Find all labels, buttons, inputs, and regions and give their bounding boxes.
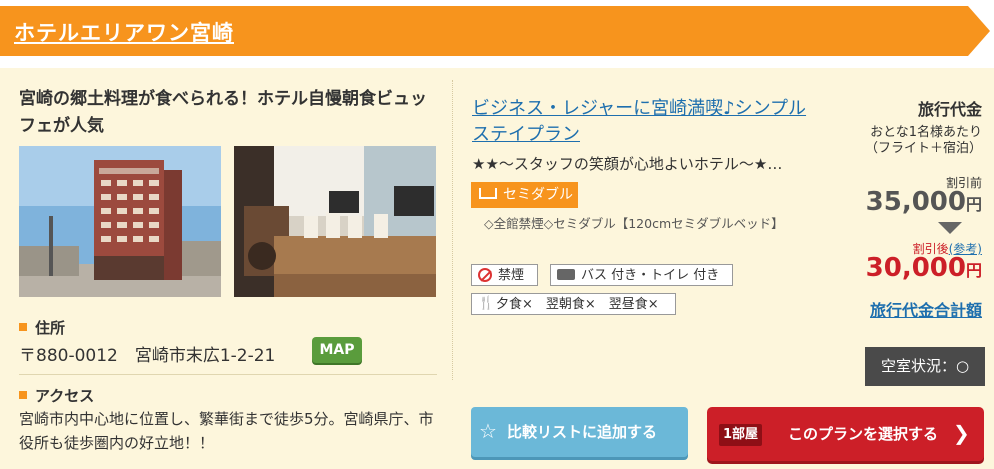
room-type-badge: セミダブル xyxy=(471,182,578,208)
bed-icon xyxy=(479,188,497,199)
after-price-value: 30,000 xyxy=(865,253,966,283)
access-text: 宮崎市内中心地に位置し、繁華街まで徒歩5分。宮崎県庁、市役所も徒歩圏内の好立地！… xyxy=(19,410,434,452)
hotel-exterior-photo[interactable] xyxy=(19,146,221,297)
total-price-link[interactable]: 旅行代金合計額 xyxy=(870,297,982,321)
address-text: 〒880-0012 宮崎市末広1-2-21 xyxy=(19,346,276,366)
bullet-icon xyxy=(19,322,27,331)
access-heading-label: アクセス xyxy=(35,387,95,405)
select-plan-label: このプランを選択する xyxy=(788,425,939,443)
section-divider xyxy=(19,374,437,375)
plan-subtitle: ★★～スタッフの笑顔が心地よいホテル～★… xyxy=(472,155,783,173)
after-discount-price: 30,000円 xyxy=(866,253,982,283)
hotel-name-link[interactable]: ホテルエリアワン宮崎 xyxy=(14,17,234,47)
compare-label: 比較リストに追加する xyxy=(506,423,657,441)
star-icon: ☆ xyxy=(479,418,497,443)
access-heading: アクセス xyxy=(19,385,94,406)
price-condition-package: （フライト＋宿泊） xyxy=(864,141,982,156)
smoking-label: 禁煙 xyxy=(498,268,525,283)
yen-unit: 円 xyxy=(965,195,982,214)
map-button[interactable]: MAP xyxy=(312,337,362,363)
room-count-badge: 1部屋 xyxy=(719,424,763,446)
bath-label: バス 付き・トイレ 付き xyxy=(581,268,720,283)
non-smoking-tag: 禁煙 xyxy=(471,264,538,286)
banner-arrow-tip xyxy=(968,6,990,56)
meals-tag: 🍴 夕食× 翌朝食× 翌昼食× xyxy=(471,293,676,315)
bath-icon xyxy=(557,269,575,280)
vacancy-status: 空室状況：○ xyxy=(865,347,985,386)
no-smoking-icon xyxy=(478,267,492,282)
plan-title-link[interactable]: ビジネス・レジャーに宮崎満喫♪シンプルステイプラン xyxy=(472,96,822,148)
hotel-catchphrase: 宮崎の郷土料理が食べられる！ホテル自慢朝食ビュッフェが人気 xyxy=(19,89,427,136)
chevron-right-icon: ❯ xyxy=(953,421,970,445)
hotel-banner: ホテルエリアワン宮崎 xyxy=(0,6,994,56)
address-heading-label: 住所 xyxy=(35,319,66,337)
before-price-value: 35,000 xyxy=(865,187,966,217)
meals-label: 夕食× 翌朝食× 翌昼食× xyxy=(496,297,659,312)
down-arrow-icon xyxy=(938,222,962,234)
price-label: 旅行代金 xyxy=(917,100,982,119)
yen-unit: 円 xyxy=(965,261,982,280)
restaurant-photo[interactable] xyxy=(234,146,436,297)
bullet-icon xyxy=(19,390,27,399)
bath-toilet-tag: バス 付き・トイレ 付き xyxy=(550,264,733,286)
room-description: ◇全館禁煙◇セミダブル【120cmセミダブルベッド】 xyxy=(484,216,784,231)
room-type-label: セミダブル xyxy=(503,187,573,203)
before-discount-price: 35,000円 xyxy=(866,187,982,217)
select-plan-button[interactable]: 1部屋 このプランを選択する ❯ xyxy=(707,407,984,461)
column-divider xyxy=(452,80,453,380)
address-heading: 住所 xyxy=(19,317,65,338)
add-to-compare-button[interactable]: ☆ 比較リストに追加する xyxy=(471,407,688,457)
fork-knife-icon: 🍴 xyxy=(478,295,495,311)
